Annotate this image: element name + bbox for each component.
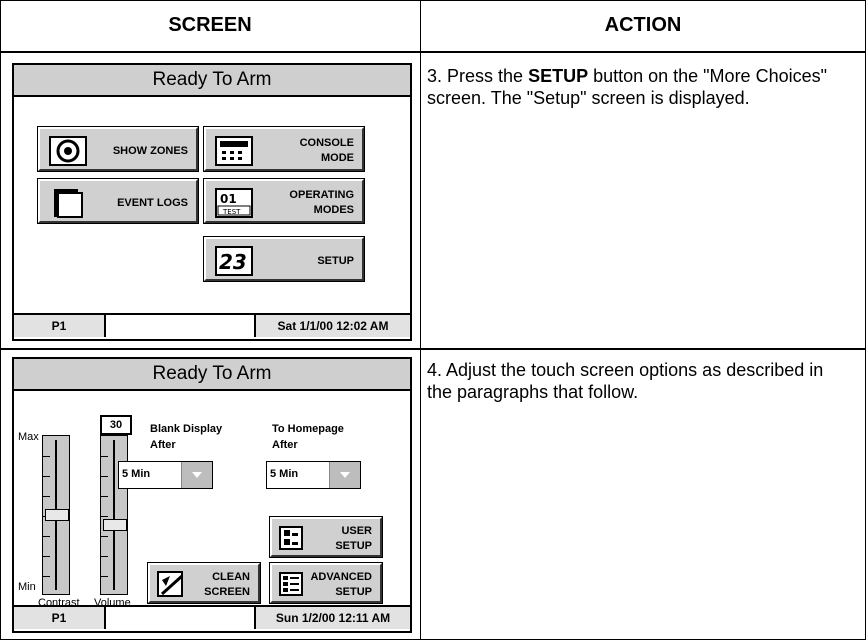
tick — [101, 576, 108, 577]
advanced-setup-label-line2: SETUP — [335, 586, 372, 598]
screen-title-2: Ready To Arm — [14, 359, 410, 391]
date-time: Sat 1/1/00 12:02 AM — [254, 315, 410, 337]
user-setup-icon — [279, 526, 303, 550]
partition-indicator[interactable]: P1 — [14, 315, 106, 337]
advanced-setup-label: ADVANCED SETUP — [310, 570, 372, 600]
log-pages-icon — [54, 189, 83, 218]
tick — [43, 456, 50, 457]
header-action: ACTION — [604, 14, 682, 36]
svg-text:01: 01 — [220, 192, 237, 206]
chevron-down-icon[interactable] — [329, 462, 360, 488]
homepage-value: 5 Min — [270, 468, 299, 480]
operating-modes-label: OPERATING MODES — [289, 188, 354, 218]
tick — [101, 456, 108, 457]
svg-text:23: 23 — [219, 250, 247, 274]
clean-screen-button[interactable]: CLEAN SCREEN — [147, 562, 261, 604]
partition-indicator-2[interactable]: P1 — [14, 607, 106, 629]
keypad-icon — [215, 136, 253, 166]
action-step-4: 4. Adjust the touch screen options as de… — [427, 360, 824, 402]
advanced-setup-icon — [279, 572, 303, 596]
blank-display-label-line2: After — [150, 439, 176, 451]
zones-icon — [49, 136, 87, 166]
user-setup-label: USER SETUP — [335, 524, 372, 554]
operating-modes-label-line2: MODES — [313, 204, 354, 216]
tick — [43, 496, 50, 497]
test-mode-icon: 01 TEST — [215, 188, 253, 218]
max-label: Max — [18, 431, 39, 443]
setup-icon: 23 — [215, 246, 253, 276]
instruction-table: SCREEN ACTION Ready To Arm SHOW ZONES CO… — [0, 0, 866, 640]
show-zones-button[interactable]: SHOW ZONES — [37, 126, 199, 172]
clean-screen-label-line1: CLEAN — [212, 571, 250, 583]
setup-label: SETUP — [317, 255, 354, 267]
tick — [43, 476, 50, 477]
homepage-label: To Homepage After — [272, 421, 344, 453]
event-logs-button[interactable]: EVENT LOGS — [37, 178, 199, 224]
event-logs-label: EVENT LOGS — [117, 197, 188, 209]
screen-title: Ready To Arm — [14, 65, 410, 97]
show-zones-label: SHOW ZONES — [112, 145, 188, 157]
min-label: Min — [18, 581, 36, 593]
tick — [101, 556, 108, 557]
tick — [101, 516, 108, 517]
tick — [101, 536, 108, 537]
blank-display-label-line1: Blank Display — [150, 423, 223, 435]
clean-screen-label-line2: SCREEN — [204, 586, 250, 598]
tick — [43, 556, 50, 557]
homepage-label-line1: To Homepage — [272, 423, 344, 435]
tick — [101, 496, 108, 497]
action-step-3: 3. Press the SETUP button on the "More C… — [427, 65, 847, 109]
clean-screen-icon — [157, 571, 184, 597]
blank-display-label: Blank Display After — [150, 421, 222, 453]
console-mode-button[interactable]: CONSOLE MODE — [203, 126, 365, 172]
user-setup-label-line1: USER — [341, 525, 372, 537]
volume-slider-thumb[interactable] — [103, 519, 127, 531]
status-bar: P1 Sat 1/1/00 12:02 AM — [14, 313, 410, 339]
chevron-down-icon[interactable] — [181, 462, 212, 488]
action-step-3-bold: SETUP — [528, 66, 589, 86]
setup-button[interactable]: 23 SETUP — [203, 236, 365, 282]
contrast-slider-thumb[interactable] — [45, 509, 69, 521]
more-choices-screen: Ready To Arm SHOW ZONES CONSOLE MODE EVE… — [12, 63, 412, 341]
operating-modes-button[interactable]: 01 TEST OPERATING MODES — [203, 178, 365, 224]
user-setup-label-line2: SETUP — [335, 540, 372, 552]
clean-screen-label: CLEAN SCREEN — [204, 570, 250, 600]
advanced-setup-button[interactable]: ADVANCED SETUP — [269, 562, 383, 604]
contrast-slider[interactable] — [42, 435, 70, 595]
status-bar-2: P1 Sun 1/2/00 12:11 AM — [14, 605, 410, 631]
setup-screen: Ready To Arm Max Min 30 Contrast Volume … — [12, 357, 412, 633]
volume-value: 30 — [100, 415, 132, 435]
date-time-2: Sun 1/2/00 12:11 AM — [254, 607, 410, 629]
console-mode-label-line2: MODE — [321, 152, 354, 164]
tick — [43, 536, 50, 537]
operating-modes-label-line1: OPERATING — [289, 189, 354, 201]
homepage-label-line2: After — [272, 439, 298, 451]
blank-display-select[interactable]: 5 Min — [118, 461, 213, 489]
user-setup-button[interactable]: USER SETUP — [269, 516, 383, 558]
console-mode-label-line1: CONSOLE — [299, 137, 354, 149]
console-mode-label: CONSOLE MODE — [300, 136, 354, 166]
tick — [43, 576, 50, 577]
slider-track — [113, 440, 115, 590]
svg-text:TEST: TEST — [222, 208, 241, 216]
header-screen: SCREEN — [168, 14, 252, 36]
homepage-select[interactable]: 5 Min — [266, 461, 361, 489]
tick — [101, 476, 108, 477]
action-step-3-text: 3. Press the — [427, 66, 529, 86]
blank-display-value: 5 Min — [122, 468, 151, 480]
advanced-setup-label-line1: ADVANCED — [310, 571, 372, 583]
volume-slider[interactable] — [100, 435, 128, 595]
